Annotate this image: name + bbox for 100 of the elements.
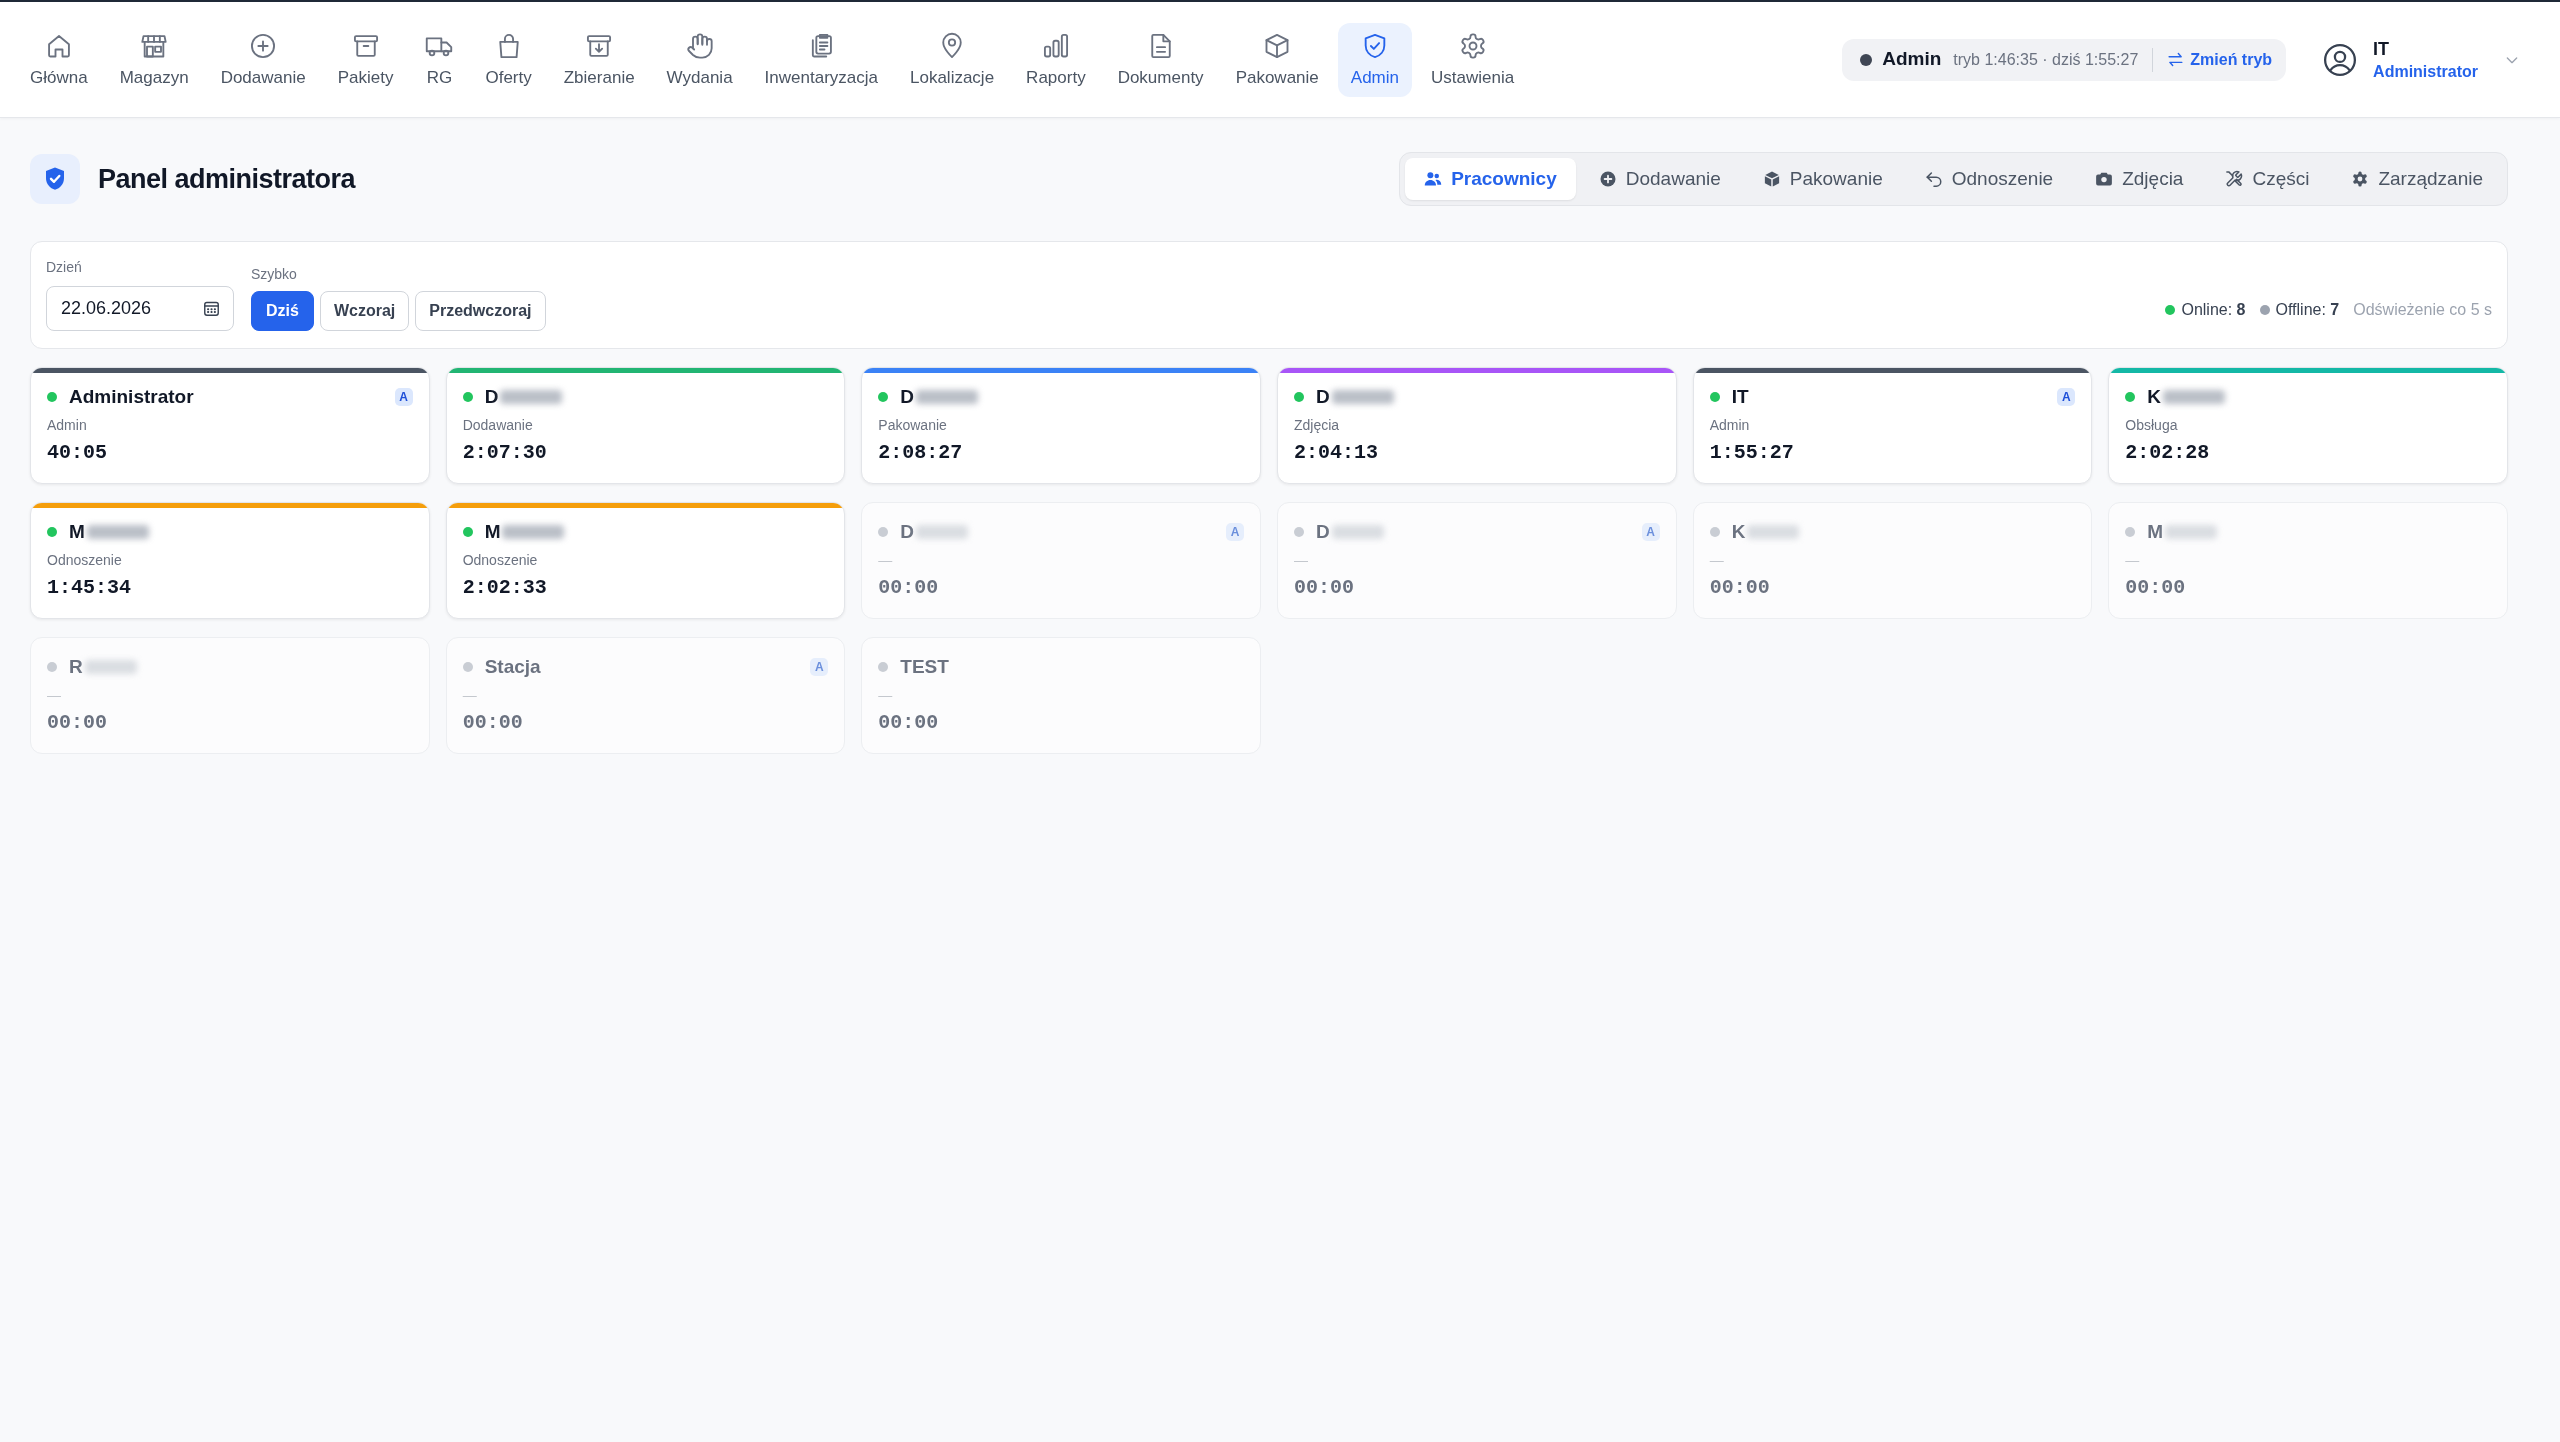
nav-item[interactable]: Pakiety [324,22,407,97]
worker-time: 00:00 [877,711,940,735]
worker-name: Stacja [484,654,541,679]
nav-item[interactable]: RG [412,22,467,97]
page-title: Panel administratora [98,162,356,196]
worker-role: — [461,686,478,704]
worker-role: Admin [1708,416,1751,434]
worker-name: D [484,384,499,409]
worker-role: — [877,551,894,569]
settings-icon [2351,170,2370,188]
field-label: Szybko [251,265,298,284]
tab[interactable]: Zarządzanie [2332,158,2502,200]
users-icon [1424,170,1443,188]
hand-icon [685,31,714,60]
switch-mode-button[interactable]: Zmień tryb [2167,47,2273,72]
tab[interactable]: Pracownicy [1405,158,1576,200]
worker-name: D [1316,519,1330,544]
worker-name: M [69,519,85,544]
refresh-interval-text: Odświeżenie co 5 s [2353,300,2492,320]
shield-check-icon [30,154,80,204]
nav-item[interactable]: Dokumenty [1104,22,1217,97]
worker-role: — [1293,551,1309,569]
quick-date-button[interactable]: Przedwczoraj [415,291,546,331]
nav-item[interactable]: Ustawienia [1418,22,1528,97]
nav-item[interactable]: Admin [1337,22,1412,97]
quick-date-button[interactable]: Wczoraj [319,291,410,331]
nav-item[interactable]: Wydania [653,22,746,97]
admin-badge: A [1226,523,1244,541]
nav-item[interactable]: Lokalizacje [897,22,1008,97]
plus-circle-icon [249,31,278,60]
worker-time: 40:05 [46,441,108,465]
worker-role: Dodawanie [461,416,534,434]
worker-name: D [1316,384,1330,409]
mode-timer-text: tryb 1:46:35 · dziś 1:55:27 [1953,49,2139,70]
swap-arrows-icon [2167,51,2185,68]
worker-name: R [69,654,83,679]
worker-time: 2:08:27 [877,441,964,465]
tab[interactable]: Części [2206,158,2329,200]
quick-date-button[interactable]: Dziś [251,291,314,331]
admin-badge: A [2057,388,2076,406]
nav-item[interactable]: Oferty [472,22,545,97]
worker-role: Odnoszenie [46,551,123,569]
offline-count-text: Offline: 7 [2275,301,2340,318]
worker-name: K [1731,519,1746,544]
worker-time: 1:55:27 [1708,441,1795,465]
worker-time: 00:00 [46,711,108,735]
worker-role: — [877,686,894,704]
worker-role: Pakowanie [877,416,948,434]
wrench-screwdriver-icon [2225,170,2244,188]
admin-badge: A [810,658,829,676]
user-avatar-icon[interactable] [2323,42,2358,77]
admin-badge: A [1641,523,1660,541]
worker-time: 1:45:34 [46,576,132,600]
plus-circle-icon [1598,170,1617,188]
worker-time: 00:00 [877,576,940,600]
admin-badge: A [394,388,413,406]
nav-item[interactable]: Magazyn [106,22,202,97]
nav-item[interactable]: Główna [17,22,101,97]
worker-name: D [900,519,915,544]
worker-name: TEST [900,654,949,679]
worker-role: — [1708,551,1725,569]
worker-name: M [2147,519,2164,544]
nav-item[interactable]: Zbieranie [550,22,648,97]
user-name: IT [2373,39,2391,58]
nav-item[interactable]: Dodawanie [207,22,319,97]
tab[interactable]: Odnoszenie [1905,158,2073,200]
worker-time: 00:00 [461,711,524,735]
tab[interactable]: Pakowanie [1743,158,1902,200]
camera-icon [2095,170,2114,188]
worker-name: D [900,384,915,409]
field-label: Dzień [46,258,83,277]
worker-time: 2:04:13 [1293,441,1379,465]
tab[interactable]: Zdjęcia [2076,158,2203,200]
worker-role: — [2124,551,2141,569]
worker-time: 2:02:33 [461,576,548,600]
cube-icon [1762,170,1781,188]
worker-time: 00:00 [2124,576,2187,600]
worker-time: 00:00 [1708,576,1771,600]
worker-time: 00:00 [1293,576,1355,600]
worker-role: Odnoszenie [461,551,539,569]
mode-label: Admin [1882,47,1942,72]
date-field[interactable]: 22.06.2026 [46,286,234,331]
tab[interactable]: Dodawanie [1579,158,1740,200]
worker-name: IT [1731,384,1749,409]
user-role: Administrator [2373,63,2478,80]
nav-item[interactable]: Raporty [1013,22,1099,97]
nav-item[interactable]: Pakowanie [1222,22,1332,97]
bar-chart-icon [1041,31,1070,60]
nav-item[interactable]: Inwentaryzacja [751,22,891,97]
worker-role: Obsługa [2124,416,2179,434]
worker-role: — [46,686,62,704]
calendar-icon[interactable] [203,300,220,317]
online-count-text: Online: 8 [2181,301,2246,318]
worker-name: K [2147,384,2162,409]
worker-time: 2:07:30 [461,441,548,465]
settings-icon [1458,31,1487,60]
worker-name: M [484,519,501,544]
worker-time: 2:02:28 [2124,441,2211,465]
undo-arrow-icon [1924,170,1943,188]
worker-role: Zdjęcia [1293,416,1341,434]
